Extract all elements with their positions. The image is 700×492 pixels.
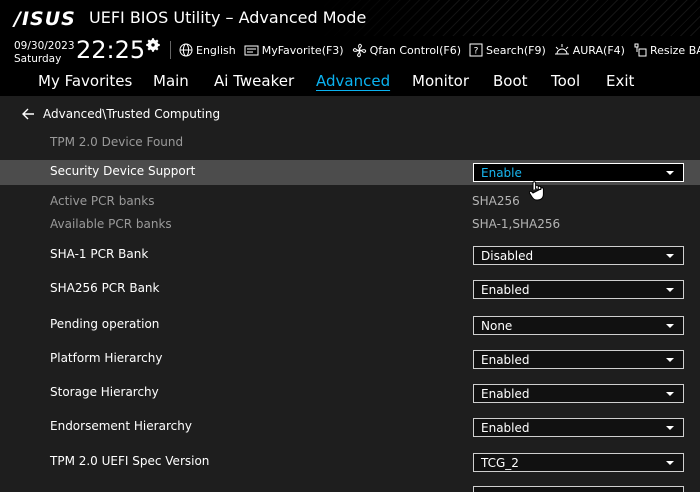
sha256-pcr-bank-label: SHA256 PCR Bank: [50, 281, 160, 295]
tab-monitor[interactable]: Monitor: [412, 72, 469, 90]
resize-bar-label: Resize BAR: [649, 43, 700, 57]
tpm-spec-version-dropdown[interactable]: TCG_2: [473, 453, 684, 472]
svg-text:?: ?: [474, 47, 479, 57]
tab-main[interactable]: Main: [153, 72, 189, 90]
globe-icon: [179, 43, 193, 57]
platform-hierarchy-dropdown[interactable]: Enabled: [473, 350, 684, 369]
asus-logo: /ISUS: [14, 8, 76, 30]
myfavorite-icon: [244, 45, 259, 55]
language-button[interactable]: English: [179, 43, 236, 57]
tab-ai-tweaker[interactable]: Ai Tweaker: [214, 72, 294, 90]
endorsement-hierarchy-dropdown[interactable]: Enabled: [473, 418, 684, 437]
hand-cursor-icon: [528, 181, 544, 201]
tpm-spec-version-label: TPM 2.0 UEFI Spec Version: [50, 454, 210, 468]
myfavorite-label: MyFavorite(F3): [261, 43, 344, 57]
chevron-down-icon: [666, 461, 674, 465]
storage-hierarchy-value: Enabled: [481, 387, 530, 401]
sha256-pcr-bank-value: Enabled: [481, 283, 530, 297]
storage-hierarchy-dropdown[interactable]: Enabled: [473, 384, 684, 403]
available-pcr-banks-label: Available PCR banks: [50, 217, 172, 231]
header-pattern: [320, 0, 700, 36]
app-title: UEFI BIOS Utility – Advanced Mode: [89, 8, 367, 27]
aura-button[interactable]: AURA(F4): [554, 43, 625, 57]
breadcrumb-path: Advanced\Trusted Computing: [43, 107, 221, 121]
help-search-icon: ?: [469, 43, 483, 57]
security-device-support-label: Security Device Support: [50, 164, 196, 178]
endorsement-hierarchy-label: Endorsement Hierarchy: [50, 419, 192, 433]
sha1-pcr-bank-dropdown[interactable]: Disabled: [473, 246, 684, 265]
time-display: 22:25: [76, 36, 146, 64]
search-label: Search(F9): [486, 43, 546, 57]
date-display: 09/30/2023: [14, 40, 75, 52]
toolbar-divider: [170, 41, 171, 59]
qfan-control-button[interactable]: Qfan Control(F6): [352, 43, 461, 58]
tab-advanced[interactable]: Advanced: [316, 72, 390, 90]
breadcrumb: Advanced\Trusted Computing: [22, 107, 220, 121]
sha256-pcr-bank-dropdown[interactable]: Enabled: [473, 280, 684, 299]
sha1-pcr-bank-value: Disabled: [481, 249, 534, 263]
gear-icon[interactable]: [144, 36, 162, 54]
back-arrow-icon[interactable]: [22, 108, 35, 120]
chevron-down-icon: [666, 426, 674, 430]
chevron-down-icon: [666, 171, 674, 175]
tab-boot[interactable]: Boot: [493, 72, 528, 90]
aura-icon: [554, 44, 569, 55]
myfavorite-button[interactable]: MyFavorite(F3): [244, 44, 344, 57]
chevron-down-icon: [666, 288, 674, 292]
endorsement-hierarchy-value: Enabled: [481, 421, 530, 435]
sha1-pcr-bank-label: SHA-1 PCR Bank: [50, 247, 149, 261]
security-device-support-value: Enable: [481, 166, 522, 180]
resize-bar-button[interactable]: Resize BAR: [633, 43, 700, 57]
tpm-spec-version-value: TCG_2: [481, 456, 519, 470]
qfan-control-label: Qfan Control(F6): [369, 43, 462, 57]
tab-tool[interactable]: Tool: [551, 72, 580, 90]
storage-hierarchy-label: Storage Hierarchy: [50, 385, 159, 399]
pending-operation-dropdown[interactable]: None: [473, 316, 684, 335]
security-device-support-dropdown[interactable]: Enable: [473, 163, 684, 182]
tpm-device-found-text: TPM 2.0 Device Found: [50, 135, 184, 149]
platform-hierarchy-value: Enabled: [481, 353, 530, 367]
tab-my-favorites[interactable]: My Favorites: [38, 72, 132, 90]
pending-operation-label: Pending operation: [50, 317, 160, 331]
search-button[interactable]: ? Search(F9): [469, 43, 546, 57]
day-display: Saturday: [14, 53, 62, 65]
pending-operation-value: None: [481, 319, 513, 333]
available-pcr-banks-value: SHA-1,SHA256: [472, 217, 561, 231]
chevron-down-icon: [666, 254, 674, 258]
fan-icon: [352, 43, 366, 57]
main-tabs: My Favorites Main Ai Tweaker Advanced Mo…: [0, 70, 700, 96]
chevron-down-icon: [666, 392, 674, 396]
next-row-dropdown-partial[interactable]: [473, 486, 684, 492]
active-pcr-banks-value: SHA256: [472, 194, 520, 208]
language-label: English: [196, 43, 236, 57]
aura-label: AURA(F4): [572, 43, 625, 57]
header-bar: /ISUS UEFI BIOS Utility – Advanced Mode …: [0, 0, 700, 70]
toolbar: English MyFavorite(F3) Qfan Control(F6) …: [170, 39, 700, 61]
active-pcr-banks-label: Active PCR banks: [50, 194, 155, 208]
resize-bar-icon: [634, 43, 647, 57]
chevron-down-icon: [666, 358, 674, 362]
platform-hierarchy-label: Platform Hierarchy: [50, 351, 163, 365]
tab-exit[interactable]: Exit: [606, 72, 634, 90]
chevron-down-icon: [666, 324, 674, 328]
